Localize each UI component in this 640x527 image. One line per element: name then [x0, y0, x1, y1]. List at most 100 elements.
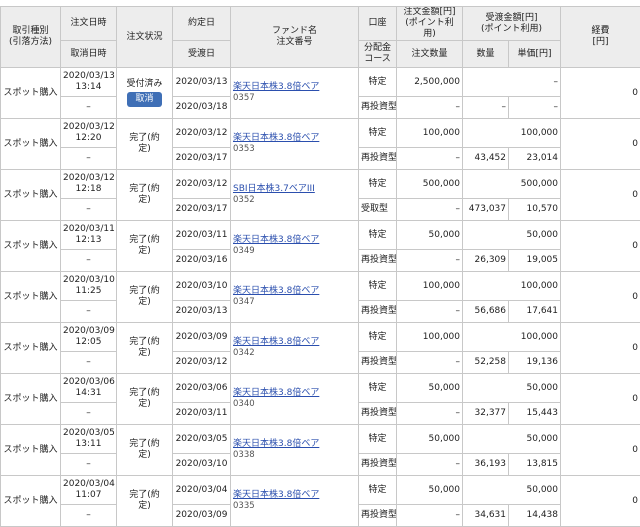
- order-type: スポット購入: [1, 323, 61, 374]
- account-type: 特定: [359, 170, 397, 199]
- table-row: スポット購入2020/03/10 11:25完了(約 定)2020/03/10楽…: [1, 272, 640, 301]
- order-qty: –: [397, 199, 463, 221]
- contract-date: 2020/03/13: [173, 68, 231, 97]
- order-number: 0352: [233, 195, 255, 205]
- header-delivery-amount: 受渡金額[円] (ポイント利用): [463, 7, 561, 41]
- qty: –: [463, 97, 509, 119]
- fund-link[interactable]: 楽天日本株3.8倍ベア: [233, 337, 319, 347]
- order-status: 完了(約 定): [129, 184, 160, 205]
- order-status: 完了(約 定): [129, 439, 160, 460]
- delivery-amount: –: [463, 68, 561, 97]
- order-type: スポット購入: [1, 119, 61, 170]
- fee: 0: [561, 119, 640, 170]
- order-datetime: 2020/03/13 13:14: [61, 68, 117, 97]
- unit-price: 15,443: [509, 403, 561, 425]
- delivery-amount: 500,000: [463, 170, 561, 199]
- order-qty: –: [397, 505, 463, 527]
- fund-link[interactable]: SBI日本株3.7ベアIII: [233, 184, 315, 194]
- fund-cell: 楽天日本株3.8倍ベア0338: [231, 425, 359, 476]
- order-datetime: 2020/03/11 12:13: [61, 221, 117, 250]
- contract-date: 2020/03/12: [173, 170, 231, 199]
- fund-cell: 楽天日本株3.8倍ベア0342: [231, 323, 359, 374]
- order-qty: –: [397, 454, 463, 476]
- order-number: 0342: [233, 348, 255, 358]
- fund-link[interactable]: 楽天日本株3.8倍ベア: [233, 82, 319, 92]
- fund-cell: 楽天日本株3.8倍ベア0340: [231, 374, 359, 425]
- order-datetime: 2020/03/05 13:11: [61, 425, 117, 454]
- fund-link[interactable]: 楽天日本株3.8倍ベア: [233, 133, 319, 143]
- order-type: スポット購入: [1, 425, 61, 476]
- dist-course: 再投資型: [359, 352, 397, 374]
- order-status: 完了(約 定): [129, 337, 160, 358]
- contract-date: 2020/03/11: [173, 221, 231, 250]
- cancel-datetime: –: [61, 301, 117, 323]
- table-row: スポット購入2020/03/09 12:05完了(約 定)2020/03/09楽…: [1, 323, 640, 352]
- header-order-datetime: 注文日時: [61, 7, 117, 41]
- cancel-datetime: –: [61, 97, 117, 119]
- header-fee: 経費 [円]: [561, 7, 640, 68]
- qty: 56,686: [463, 301, 509, 323]
- status-cell: 完了(約 定): [117, 272, 173, 323]
- fund-link[interactable]: 楽天日本株3.8倍ベア: [233, 490, 319, 500]
- dist-course: 再投資型: [359, 301, 397, 323]
- order-type: スポット購入: [1, 68, 61, 119]
- order-type: スポット購入: [1, 374, 61, 425]
- table-header: 取引種別 (引落方法) 注文日時 注文状況 約定日 ファンド名 注文番号 口座 …: [1, 7, 640, 68]
- order-amount: 100,000: [397, 119, 463, 148]
- status-cell: 完了(約 定): [117, 170, 173, 221]
- header-status: 注文状況: [117, 7, 173, 68]
- cancel-datetime: –: [61, 148, 117, 170]
- fund-cell: 楽天日本株3.8倍ベア0353: [231, 119, 359, 170]
- fund-link[interactable]: 楽天日本株3.8倍ベア: [233, 439, 319, 449]
- contract-date: 2020/03/09: [173, 323, 231, 352]
- unit-price: 17,641: [509, 301, 561, 323]
- unit-price: 10,570: [509, 199, 561, 221]
- header-dist-course: 分配金 コース: [359, 41, 397, 68]
- table-row: スポット購入2020/03/05 13:11完了(約 定)2020/03/05楽…: [1, 425, 640, 454]
- account-type: 特定: [359, 323, 397, 352]
- cancel-datetime: –: [61, 250, 117, 272]
- order-number: 0353: [233, 144, 255, 154]
- order-qty: –: [397, 148, 463, 170]
- status-cell: 受付済み取消: [117, 68, 173, 119]
- cancel-datetime: –: [61, 352, 117, 374]
- account-type: 特定: [359, 119, 397, 148]
- unit-price: –: [509, 97, 561, 119]
- order-status: 完了(約 定): [129, 388, 160, 409]
- status-cell: 完了(約 定): [117, 119, 173, 170]
- dist-course: 受取型: [359, 199, 397, 221]
- order-history-table: 取引種別 (引落方法) 注文日時 注文状況 約定日 ファンド名 注文番号 口座 …: [0, 6, 640, 527]
- order-datetime: 2020/03/10 11:25: [61, 272, 117, 301]
- cancel-datetime: –: [61, 454, 117, 476]
- order-status: 完了(約 定): [129, 490, 160, 511]
- order-status: 完了(約 定): [129, 235, 160, 256]
- fund-cell: 楽天日本株3.8倍ベア0349: [231, 221, 359, 272]
- status-cell: 完了(約 定): [117, 374, 173, 425]
- delivery-date: 2020/03/12: [173, 352, 231, 374]
- account-type: 特定: [359, 425, 397, 454]
- order-type: スポット購入: [1, 221, 61, 272]
- order-type: スポット購入: [1, 170, 61, 221]
- dist-course: 再投資型: [359, 148, 397, 170]
- contract-date: 2020/03/05: [173, 425, 231, 454]
- fund-link[interactable]: 楽天日本株3.8倍ベア: [233, 235, 319, 245]
- order-datetime: 2020/03/12 12:18: [61, 170, 117, 199]
- header-order-qty: 注文数量: [397, 41, 463, 68]
- delivery-date: 2020/03/13: [173, 301, 231, 323]
- account-type: 特定: [359, 476, 397, 505]
- qty: 26,309: [463, 250, 509, 272]
- unit-price: 13,815: [509, 454, 561, 476]
- delivery-amount: 100,000: [463, 272, 561, 301]
- cancel-order-button[interactable]: 取消: [127, 92, 161, 107]
- delivery-date: 2020/03/09: [173, 505, 231, 527]
- header-delivery-date: 受渡日: [173, 41, 231, 68]
- fund-link[interactable]: 楽天日本株3.8倍ベア: [233, 388, 319, 398]
- fund-link[interactable]: 楽天日本株3.8倍ベア: [233, 286, 319, 296]
- order-status: 完了(約 定): [129, 133, 160, 154]
- order-amount: 2,500,000: [397, 68, 463, 97]
- unit-price: 23,014: [509, 148, 561, 170]
- order-qty: –: [397, 403, 463, 425]
- order-status: 完了(約 定): [129, 286, 160, 307]
- fee: 0: [561, 323, 640, 374]
- order-datetime: 2020/03/06 14:31: [61, 374, 117, 403]
